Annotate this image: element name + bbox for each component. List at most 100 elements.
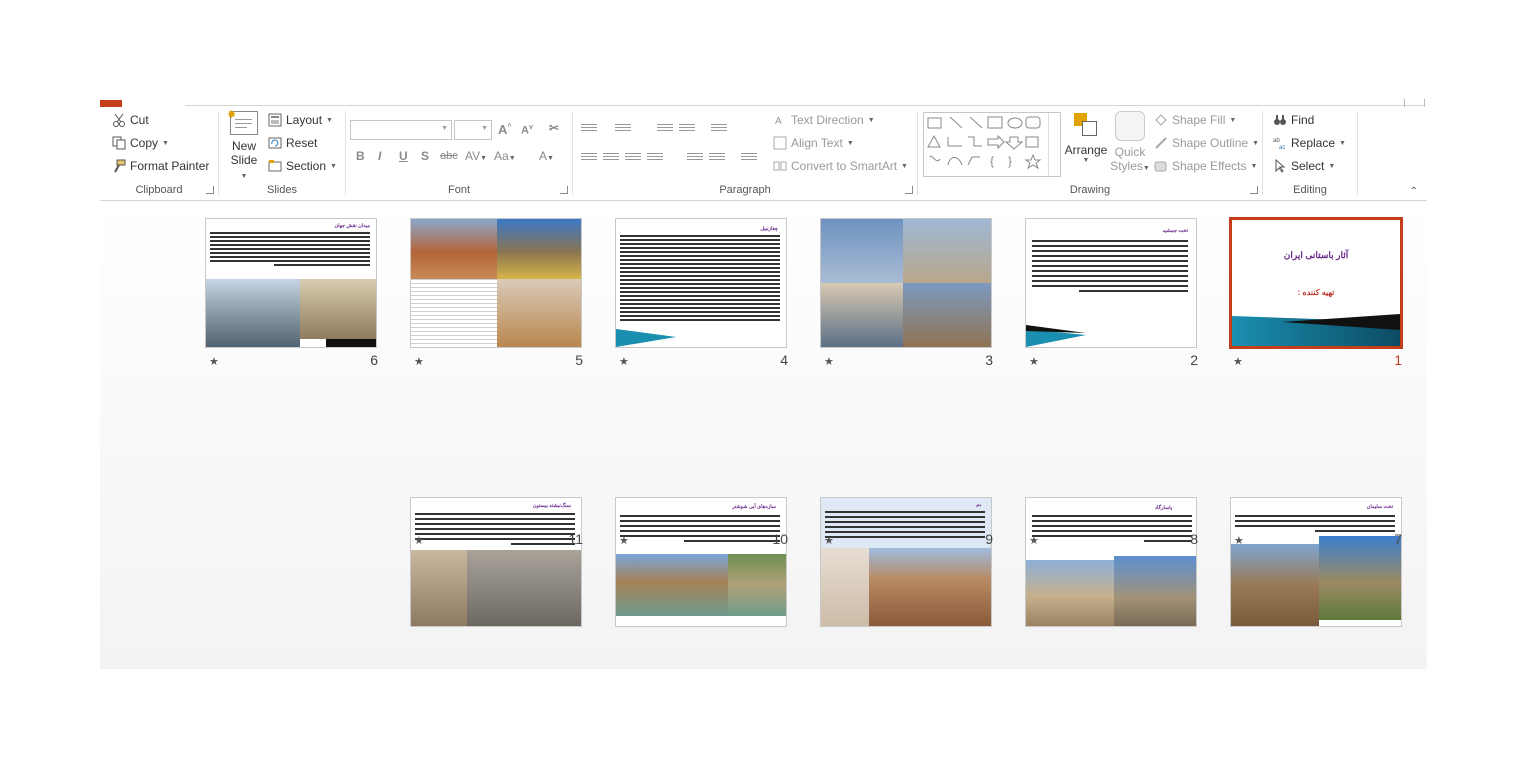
slide-thumbnail[interactable]: چغازنبیل — [615, 218, 787, 348]
shape-outline-button[interactable]: Shape Outline ▼ — [1154, 136, 1259, 150]
slide-title: چغازنبیل — [760, 226, 778, 232]
slide-thumbnail[interactable]: سنگ‌نبشته بیستون — [410, 497, 582, 627]
char-spacing-icon[interactable]: AV▼ — [465, 149, 487, 163]
photo-pillar — [1114, 556, 1196, 626]
italic-button[interactable]: I — [378, 149, 381, 163]
ltr-icon[interactable] — [687, 151, 703, 163]
align-center-icon[interactable] — [603, 151, 619, 163]
paragraph-group-label: Paragraph — [719, 184, 771, 196]
file-tab[interactable] — [100, 100, 122, 107]
drawing-launcher-icon[interactable] — [1250, 186, 1258, 194]
convert-smartart-button[interactable]: Convert to SmartArt ▼ — [773, 159, 908, 173]
copy-button[interactable]: Copy ▼ — [112, 136, 169, 150]
transition-star-icon[interactable]: ★ — [209, 355, 219, 368]
paragraph-launcher-icon[interactable] — [905, 186, 913, 194]
new-slide-button[interactable]: ✸ New Slide ▼ — [227, 109, 261, 181]
slides-group-label: Slides — [267, 184, 297, 196]
scissors-icon — [112, 113, 126, 127]
section-button[interactable]: Section ▼ — [268, 159, 337, 173]
slide-thumbnail[interactable] — [820, 218, 992, 348]
slide-title: سازه‌های آبی شوشتر — [732, 504, 776, 510]
replace-label: Replace — [1291, 136, 1336, 150]
quick-styles-button[interactable]: Quick Styles▼ — [1110, 111, 1150, 173]
clipboard-launcher-icon[interactable] — [206, 186, 214, 194]
font-launcher-icon[interactable] — [560, 186, 568, 194]
slide-thumbnail[interactable]: سازه‌های آبی شوشتر — [615, 497, 787, 627]
chevron-down-icon[interactable]: ▼ — [162, 140, 169, 147]
bullets-icon[interactable] — [581, 122, 597, 134]
photo-behistun-relief — [467, 550, 581, 626]
new-slide-icon: ✸ — [227, 109, 258, 135]
text-lines — [620, 233, 780, 323]
collapse-ribbon-icon[interactable]: ⌃ — [1410, 186, 1418, 197]
reset-button[interactable]: Reset — [268, 136, 317, 150]
cut-button[interactable]: Cut — [112, 113, 149, 127]
align-text-button[interactable]: Align Text ▼ — [773, 136, 854, 150]
change-case-button[interactable]: Aa▼ — [494, 149, 516, 163]
decrease-indent-icon[interactable] — [657, 122, 673, 134]
transition-star-icon[interactable]: ★ — [414, 534, 424, 547]
shape-effects-button[interactable]: Shape Effects ▼ — [1154, 159, 1257, 173]
photo-square — [206, 279, 300, 347]
photo-faded-citadel — [821, 548, 869, 626]
transition-star-icon[interactable]: ★ — [1233, 355, 1243, 368]
align-right-icon[interactable] — [625, 151, 641, 163]
numbering-icon[interactable] — [615, 122, 631, 134]
layout-button[interactable]: Layout ▼ — [268, 113, 333, 127]
underline-button[interactable]: U — [399, 149, 408, 163]
slide-thumbnail[interactable]: پاسارگاد — [1025, 497, 1197, 627]
paint-bucket-icon — [1154, 113, 1168, 127]
strikethrough-button[interactable]: abc — [440, 150, 458, 162]
shrink-font-button[interactable]: Av — [521, 124, 533, 137]
bold-button[interactable]: B — [356, 149, 365, 163]
clear-formatting-icon[interactable]: ✂ — [549, 121, 559, 135]
clipboard-group-label: Clipboard — [135, 184, 183, 196]
grow-font-button[interactable]: A^ — [498, 122, 511, 137]
slide-thumbnail[interactable]: تخت جمشید — [1025, 218, 1197, 348]
illustration-ziggurat — [411, 279, 497, 347]
rtl-icon[interactable] — [709, 151, 725, 163]
transition-star-icon[interactable]: ★ — [824, 534, 834, 547]
select-button[interactable]: Select ▼ — [1273, 158, 1335, 173]
new-slide-label-1: New — [231, 139, 256, 153]
slide-thumbnail[interactable]: بم — [820, 497, 992, 627]
chevron-down-icon[interactable]: ▼ — [1339, 140, 1346, 147]
shape-effects-label: Shape Effects — [1172, 159, 1247, 173]
replace-button[interactable]: ab ac Replace ▼ — [1273, 136, 1346, 151]
slide-number: 8 — [1190, 531, 1198, 547]
slide-thumbnail[interactable]: تخت سلیمان — [1230, 497, 1402, 627]
slide-thumbnail[interactable]: آثار باستانی ایران تهیه کننده : — [1229, 217, 1403, 349]
transition-star-icon[interactable]: ★ — [414, 355, 424, 368]
format-painter-button[interactable]: Format Painter — [112, 159, 209, 173]
transition-star-icon[interactable]: ★ — [1029, 355, 1039, 368]
photo-relief — [903, 283, 991, 347]
justify-icon[interactable] — [647, 151, 663, 163]
arrange-button[interactable]: Arrange ▼ — [1062, 111, 1110, 164]
transition-star-icon[interactable]: ★ — [619, 534, 629, 547]
find-button[interactable]: Find — [1273, 113, 1314, 127]
photo-ziggurat-wall — [497, 279, 581, 347]
slide-thumbnail[interactable] — [410, 218, 582, 348]
transition-star-icon[interactable]: ★ — [619, 355, 629, 368]
font-name-combo[interactable]: ▼ — [350, 120, 452, 140]
convert-smartart-label: Convert to SmartArt — [791, 159, 898, 173]
ribbon: Cut Copy ▼ Format Painter Clipboard ✸ Ne… — [100, 107, 1427, 201]
transition-star-icon[interactable]: ★ — [824, 355, 834, 368]
layout-label: Layout — [286, 113, 323, 127]
shape-fill-button[interactable]: Shape Fill ▼ — [1154, 113, 1236, 127]
wave-decoration — [1026, 325, 1086, 347]
shadow-button[interactable]: S — [421, 149, 429, 163]
copy-label: Copy — [130, 136, 159, 150]
line-spacing-icon[interactable] — [711, 122, 727, 134]
font-size-combo[interactable]: ▼ — [454, 120, 492, 140]
font-color-button[interactable]: A▼ — [539, 149, 554, 163]
smartart-icon — [773, 159, 787, 173]
columns-icon[interactable] — [741, 151, 757, 163]
transition-star-icon[interactable]: ★ — [1234, 534, 1244, 547]
slide-thumbnail[interactable]: میدان نقش جهان — [205, 218, 377, 348]
transition-star-icon[interactable]: ★ — [1029, 534, 1039, 547]
increase-indent-icon[interactable] — [679, 122, 695, 134]
text-direction-button[interactable]: A Text Direction ▼ — [773, 113, 875, 127]
cut-label: Cut — [130, 113, 149, 127]
align-left-icon[interactable] — [581, 151, 597, 163]
